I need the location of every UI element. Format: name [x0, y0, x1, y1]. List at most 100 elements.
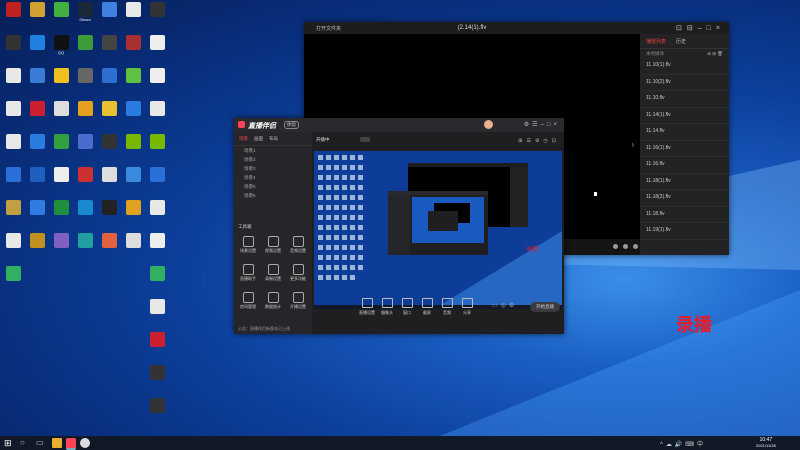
- toolbox-item[interactable]: 录制设置: [263, 264, 283, 282]
- scene-tab[interactable]: 场景: [239, 136, 248, 142]
- desktop-icon[interactable]: [2, 266, 24, 296]
- playlist-item[interactable]: 11.10(1).flv: [640, 58, 729, 75]
- playlist-panel[interactable]: 播放列表 历史 本地媒体 ⊕ ⊞ 🗑 11.10(1).flv 11.10(2).…: [640, 34, 729, 255]
- playlist-item[interactable]: 11.18(1).flv: [640, 174, 729, 190]
- desktop-icon[interactable]: [50, 167, 72, 197]
- desktop-icon[interactable]: QQ: [50, 35, 72, 65]
- bottom-tool[interactable]: 截屏: [416, 298, 438, 316]
- playlist-item[interactable]: 11.10(2).flv: [640, 75, 729, 91]
- playlist-item[interactable]: 11.14(1).flv: [640, 108, 729, 124]
- desktop-icon[interactable]: [122, 167, 144, 197]
- desktop-icon[interactable]: [50, 200, 72, 230]
- explorer-icon[interactable]: [52, 438, 62, 448]
- desktop-icon[interactable]: [98, 233, 120, 263]
- desktop-icon[interactable]: [122, 2, 144, 32]
- desktop-icon[interactable]: [146, 299, 168, 329]
- desktop-icon[interactable]: [26, 68, 48, 98]
- desktop-icon[interactable]: [74, 68, 96, 98]
- desktop-icon[interactable]: [98, 35, 120, 65]
- desktop-icon[interactable]: [146, 167, 168, 197]
- desktop-icon[interactable]: [26, 2, 48, 32]
- toolbox-item[interactable]: 视频设置: [263, 236, 283, 254]
- playlist-item[interactable]: 11.16(1).flv: [640, 141, 729, 157]
- desktop-icon[interactable]: [2, 134, 24, 164]
- desktop-icon[interactable]: [2, 101, 24, 131]
- desktop-icon[interactable]: [50, 233, 72, 263]
- playlist-action-icons[interactable]: ⊕ ⊞ 🗑: [707, 49, 723, 58]
- bottom-tool[interactable]: 音频: [436, 298, 458, 316]
- desktop-icon[interactable]: [146, 35, 168, 65]
- avatar[interactable]: [484, 120, 493, 129]
- desktop-icon[interactable]: [122, 101, 144, 131]
- desktop-icon[interactable]: [122, 134, 144, 164]
- desktop-icon[interactable]: [74, 200, 96, 230]
- recorder-window-buttons[interactable]: ⚙☰–□×: [524, 121, 560, 128]
- desktop-icon[interactable]: [146, 332, 168, 362]
- scene-item[interactable]: 场景3: [234, 164, 312, 173]
- desktop-icon[interactable]: [2, 2, 24, 32]
- main-topbar-icons[interactable]: ⊞☰⚙◷⊡: [518, 138, 560, 144]
- desktop-icon[interactable]: [146, 398, 168, 428]
- toolbox-item[interactable]: 场景设置: [238, 236, 258, 254]
- desktop-icon[interactable]: [26, 233, 48, 263]
- desktop-icon[interactable]: [74, 233, 96, 263]
- desktop-icon[interactable]: [2, 167, 24, 197]
- desktop-icon[interactable]: Steam: [74, 2, 96, 32]
- desktop-icon[interactable]: [146, 365, 168, 395]
- control-dot-1[interactable]: [613, 244, 618, 249]
- clock[interactable]: 10:47 2021/11/28: [756, 437, 776, 449]
- desktop-icon[interactable]: [146, 233, 168, 263]
- recorder-titlebar[interactable]: 直播伴侣 体验 ⚙☰–□×: [234, 118, 564, 132]
- desktop-icon[interactable]: [122, 68, 144, 98]
- toolbox-item[interactable]: 音频设置: [288, 236, 308, 254]
- desktop-icon[interactable]: [74, 134, 96, 164]
- desktop-icon[interactable]: [26, 35, 48, 65]
- desktop-icon[interactable]: [50, 134, 72, 164]
- desktop-icon[interactable]: [98, 200, 120, 230]
- control-dot-2[interactable]: [623, 244, 628, 249]
- next-arrow-icon[interactable]: ›: [631, 140, 634, 149]
- desktop-icon[interactable]: [26, 200, 48, 230]
- desktop-icon[interactable]: [146, 2, 168, 32]
- recorder-task-icon[interactable]: [66, 438, 76, 450]
- start-live-button[interactable]: 开始直播: [530, 302, 560, 312]
- bottom-tool[interactable]: 直播设置: [356, 298, 378, 316]
- desktop-icon[interactable]: [146, 101, 168, 131]
- player-task-icon[interactable]: [80, 438, 90, 448]
- scene-item[interactable]: 场景4: [234, 173, 312, 182]
- desktop-icon[interactable]: [98, 167, 120, 197]
- taskview-icon[interactable]: ▭: [36, 438, 46, 448]
- playlist-item[interactable]: 11.14.flv: [640, 124, 729, 141]
- window-buttons[interactable]: ⊡⊟–□×: [676, 24, 725, 32]
- playlist-item[interactable]: 11.16.flv: [640, 157, 729, 174]
- scene-item[interactable]: 场景5: [234, 182, 312, 191]
- desktop-icon[interactable]: [2, 200, 24, 230]
- desktop-icon[interactable]: [122, 200, 144, 230]
- desktop-icon[interactable]: [98, 101, 120, 131]
- start-icon[interactable]: ⊞: [4, 438, 14, 448]
- desktop-icon[interactable]: [2, 35, 24, 65]
- desktop-icon[interactable]: [26, 134, 48, 164]
- desktop-icon[interactable]: [74, 35, 96, 65]
- scene-item[interactable]: 场景2: [234, 155, 312, 164]
- desktop-icon[interactable]: [146, 134, 168, 164]
- bottom-tool[interactable]: 窗口: [396, 298, 418, 316]
- playlist-item[interactable]: 11.10.flv: [640, 91, 729, 108]
- search-icon[interactable]: ○: [20, 438, 30, 448]
- desktop-icon[interactable]: [50, 68, 72, 98]
- scene-tab[interactable]: 布局: [269, 136, 278, 142]
- desktop-icon[interactable]: [98, 2, 120, 32]
- toolbox-item[interactable]: 更多功能: [288, 264, 308, 282]
- scene-item[interactable]: 场景1: [234, 146, 312, 155]
- playlist-item[interactable]: 11.18.flv: [640, 207, 729, 223]
- desktop-icon[interactable]: [98, 68, 120, 98]
- live-preview[interactable]: 录播: [314, 151, 562, 309]
- toolbox-item[interactable]: 开播设置: [288, 292, 308, 310]
- bottom-tool[interactable]: 摄像头: [376, 298, 398, 316]
- playlist-item[interactable]: 11.18(2).flv: [640, 190, 729, 207]
- desktop-icon[interactable]: [146, 200, 168, 230]
- desktop-icon[interactable]: [146, 266, 168, 296]
- desktop-icon[interactable]: [50, 101, 72, 131]
- desktop-icon[interactable]: [2, 233, 24, 263]
- desktop-icon[interactable]: [74, 167, 96, 197]
